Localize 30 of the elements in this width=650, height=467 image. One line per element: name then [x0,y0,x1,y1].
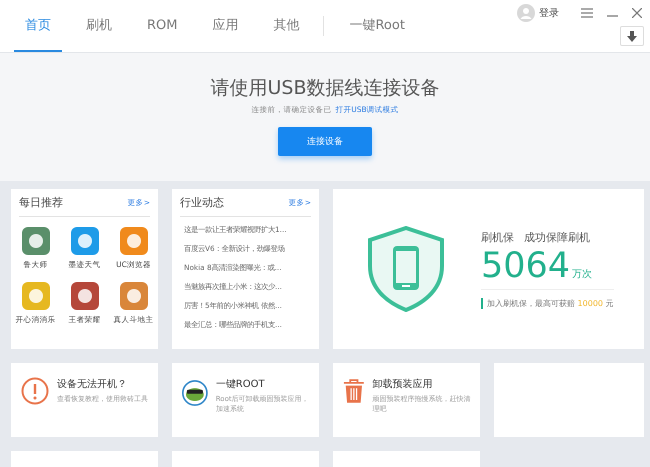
nav-tab[interactable]: ROM [136,0,188,52]
menu-icon[interactable] [581,8,593,18]
alert-icon [21,377,49,405]
login-link[interactable]: 登录 [539,6,559,20]
download-icon [627,30,637,42]
tool-title: 一键ROOT [216,378,266,391]
app-icon[interactable] [70,282,98,310]
nav-tab[interactable]: 一键Root [338,0,416,52]
guarantee-name: 刷机保 [481,230,514,244]
tool-title: 卸载预装应用 [372,378,434,391]
tool-title: 设备无法开机？ [57,378,128,391]
app-icon[interactable] [22,227,50,255]
close-icon[interactable] [632,8,642,18]
card-title: 每日推荐 [19,195,63,210]
nav-tab[interactable]: 应用 [201,0,250,52]
connect-title: 请使用USB数据线连接设备 [210,76,440,101]
app-icon[interactable] [120,282,148,310]
card-title: 行业动态 [180,195,224,210]
nav-tab[interactable]: 其他 [262,0,310,52]
count-unit: 万次 [572,268,592,280]
nav-tab[interactable]: 刷机 [75,0,123,52]
guarantee-slogan: 成功保障刷机 [524,230,590,244]
download-button[interactable] [620,26,644,46]
trash-icon [343,377,365,405]
flash-count: 5064 [481,244,570,286]
connect-button[interactable]: 连接设备 [278,127,372,156]
shield-phone-icon [367,226,445,312]
compensation-note: 加入刷机保，最高可获赔 10000 元 [481,298,614,308]
app-icon[interactable] [70,227,98,255]
app-icon[interactable] [120,227,148,255]
